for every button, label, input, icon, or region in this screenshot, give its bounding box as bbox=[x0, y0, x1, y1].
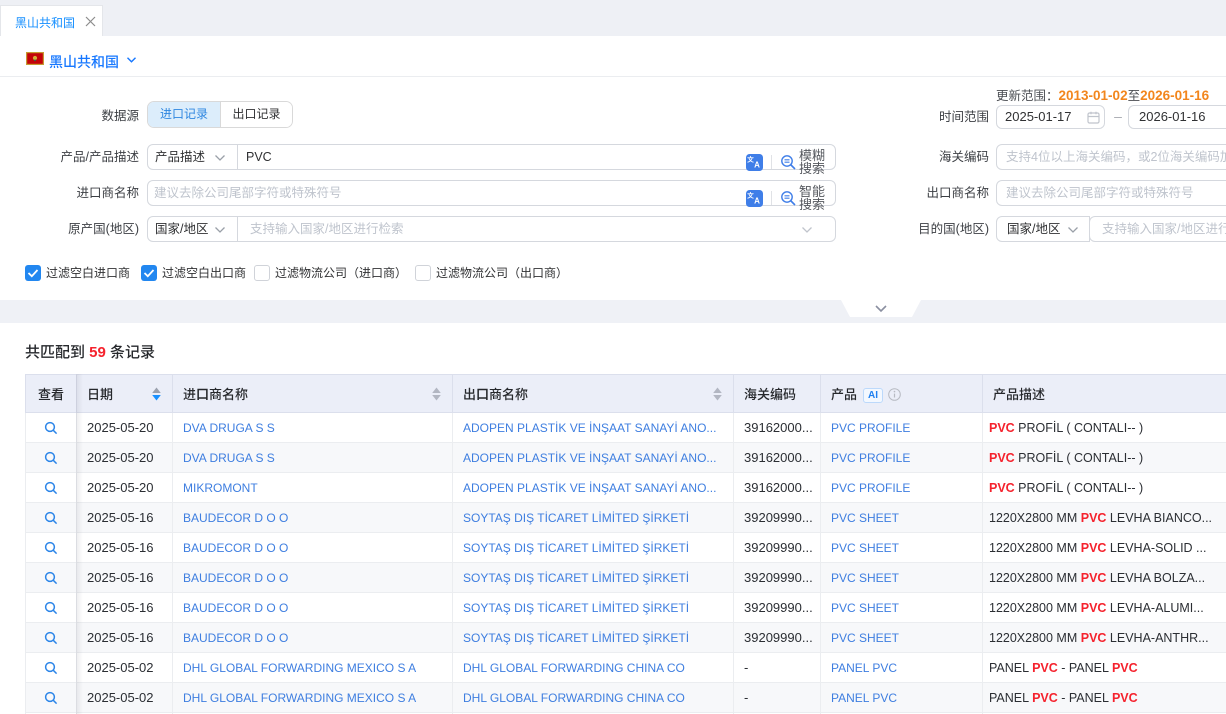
svg-text:文: 文 bbox=[746, 154, 754, 163]
svg-text:文: 文 bbox=[746, 190, 754, 199]
svg-text:A: A bbox=[754, 196, 760, 205]
svg-text:A: A bbox=[754, 160, 760, 169]
